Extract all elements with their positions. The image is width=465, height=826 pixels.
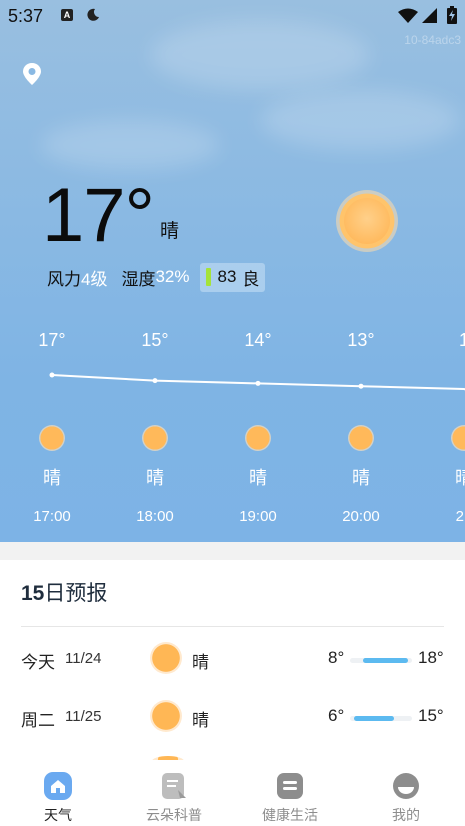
hourly-time: 21 [455, 508, 465, 525]
wifi-icon [398, 8, 418, 23]
do-not-disturb-moon-icon [87, 8, 99, 21]
hourly-item: 15° 晴 18:00 [120, 330, 190, 525]
air-quality-badge[interactable]: 83 良 [199, 262, 266, 292]
hourly-condition: 晴 [455, 468, 465, 488]
location-pin-icon[interactable] [22, 62, 42, 86]
hourly-condition: 晴 [146, 468, 164, 488]
temperature-range-track [350, 658, 412, 663]
hourly-temperature: 15° [141, 330, 169, 350]
weather-app-screen: 5:37 A 10-84adc3 17° 晴 风力 4级 湿度 32% 83 良… [0, 0, 465, 826]
current-condition: 晴 [160, 221, 180, 242]
hourly-time: 20:00 [342, 508, 380, 525]
humidity-label: 湿度 [121, 269, 156, 289]
current-weather-panel: 5:37 A 10-84adc3 17° 晴 风力 4级 湿度 32% 83 良… [0, 0, 465, 542]
hourly-temperature: 13° [347, 330, 375, 350]
wind-value: 4级 [81, 269, 108, 289]
forecast-day-row[interactable]: 周二 11/25 晴 6° 15° [0, 696, 465, 740]
battery-charging-icon [447, 6, 457, 24]
tab-label: 云朵科普 [146, 807, 202, 823]
forecast-title: 15日预报 [21, 577, 107, 607]
hourly-time: 17:00 [33, 508, 71, 525]
humidity-value: 32% [155, 267, 190, 286]
bottom-tab-bar: 天气 云朵科普 健康生活 我的 [0, 760, 465, 826]
current-temperature: 17° [42, 173, 155, 258]
hourly-time: 18:00 [136, 508, 174, 525]
profile-icon [393, 773, 419, 799]
sunny-icon [150, 642, 182, 674]
temperature-range-fill [354, 716, 395, 721]
forecast-date: 11/25 [65, 708, 102, 725]
sunny-icon [142, 425, 168, 451]
document-icon [162, 773, 186, 799]
forecast-low-temp: 8° [328, 648, 345, 667]
tab-label: 我的 [392, 807, 420, 823]
sunny-icon [39, 425, 65, 451]
temperature-range-track [350, 716, 412, 721]
hourly-condition: 晴 [43, 468, 61, 488]
hourly-temperature: 1 [458, 330, 465, 350]
hourly-temperature: 14° [244, 330, 272, 350]
signal-icon [422, 8, 437, 23]
tab-cloud-science[interactable]: 云朵科普 [116, 760, 232, 826]
health-list-icon [277, 773, 303, 799]
hourly-condition: 晴 [249, 468, 267, 488]
aqi-value: 83 [217, 267, 237, 286]
forecast-title-number: 15 [21, 582, 45, 605]
sunny-icon [348, 425, 374, 451]
status-time: 5:37 [8, 6, 44, 26]
tab-profile[interactable]: 我的 [348, 760, 464, 826]
hourly-item: 1 晴 21 [429, 330, 465, 525]
sunny-icon [336, 190, 398, 252]
forecast-high-temp: 18° [418, 648, 444, 667]
daily-forecast-card: 15日预报 今天 11/24 晴 8° 18° 周二 11/25 晴 6° 15° [0, 560, 465, 766]
weather-details-row: 风力 4级 湿度 32% 83 良 [47, 262, 266, 292]
hourly-item: 13° 晴 20:00 [326, 330, 396, 525]
forecast-high-temp: 15° [418, 706, 444, 725]
home-icon [44, 772, 72, 800]
hourly-item: 17° 晴 17:00 [17, 330, 87, 525]
tab-label: 天气 [44, 807, 72, 823]
tab-healthy-life[interactable]: 健康生活 [232, 760, 348, 826]
sunny-icon [150, 700, 182, 732]
forecast-title-text: 日预报 [44, 582, 108, 605]
forecast-day: 今天 [21, 653, 55, 672]
sunny-icon [245, 425, 271, 451]
aqi-level: 良 [242, 269, 260, 289]
sunny-icon [451, 425, 465, 451]
hourly-condition: 晴 [352, 468, 370, 488]
divider [21, 626, 444, 627]
aqi-color-bar [205, 268, 211, 286]
forecast-date: 11/24 [65, 650, 102, 667]
tab-weather[interactable]: 天气 [0, 760, 116, 826]
forecast-day: 周二 [21, 711, 55, 730]
hourly-item: 14° 晴 19:00 [223, 330, 293, 525]
forecast-low-temp: 6° [328, 706, 345, 725]
forecast-condition: 晴 [192, 653, 209, 672]
forecast-day-row[interactable]: 今天 11/24 晴 8° 18° [0, 638, 465, 682]
tab-label: 健康生活 [262, 807, 318, 823]
keyboard-a-icon: A [61, 9, 73, 21]
wind-label: 风力 [47, 269, 81, 289]
watermark-text: 10-84adc3 [404, 33, 461, 47]
hourly-temperature: 17° [38, 330, 66, 350]
hourly-time: 19:00 [239, 508, 277, 525]
status-bar: 5:37 A [0, 0, 465, 32]
forecast-condition: 晴 [192, 711, 209, 730]
temperature-range-fill [363, 658, 408, 663]
